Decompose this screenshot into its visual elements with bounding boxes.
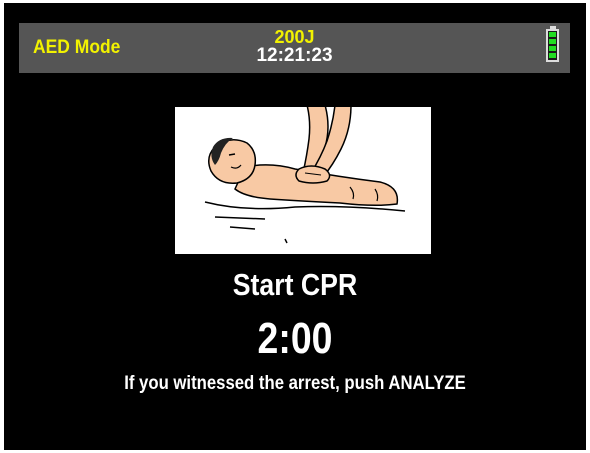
cpr-chest-compression-illustration [204,104,406,244]
cpr-timer: 2:00 [257,314,333,363]
cpr-illustration [175,104,431,254]
battery-segment [549,46,556,51]
instruction-title: Start CPR [232,267,358,302]
battery-full-icon [546,29,559,62]
instruction-text: If you witnessed the arrest, push ANALYZ… [124,373,466,394]
battery-segment [549,53,556,58]
energy-level: 200J [274,27,315,47]
battery-segment [549,32,556,37]
status-bar: AED Mode 200J 12:21:23 [19,23,570,73]
battery-segment [549,39,556,44]
clock: 12:21:23 [256,45,333,66]
